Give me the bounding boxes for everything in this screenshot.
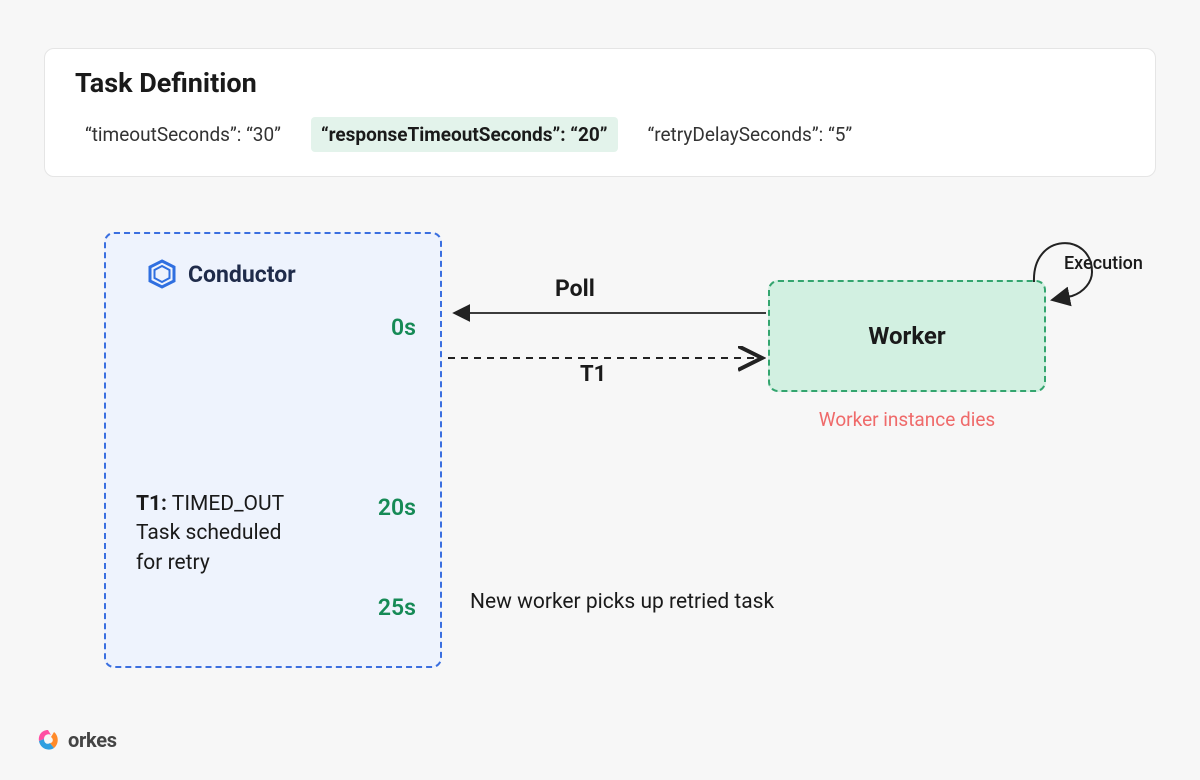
task-definition-card: Task Definition “timeoutSeconds”: “30” “… xyxy=(44,48,1156,177)
task-status-line3: for retry xyxy=(136,549,284,578)
task-definition-params: “timeoutSeconds”: “30” “responseTimeoutS… xyxy=(75,117,1125,152)
orkes-logo-icon xyxy=(36,728,60,752)
time-25s: 25s xyxy=(378,594,416,621)
conductor-logo-icon xyxy=(146,258,178,290)
worker-box: Worker xyxy=(768,280,1046,392)
param-timeout: “timeoutSeconds”: “30” xyxy=(75,117,291,152)
param-retry-delay: “retryDelaySeconds”: “5” xyxy=(638,117,863,152)
task-status-line2: Task scheduled xyxy=(136,519,284,548)
conductor-header: Conductor xyxy=(146,258,420,290)
time-20s: 20s xyxy=(378,494,416,521)
task-definition-title: Task Definition xyxy=(75,67,1125,99)
task-state: TIMED_OUT xyxy=(167,492,284,516)
execution-label: Execution xyxy=(1064,253,1143,274)
poll-label: Poll xyxy=(555,275,595,302)
t1-label: T1 xyxy=(580,362,606,387)
task-id: T1: xyxy=(136,492,167,516)
conductor-name: Conductor xyxy=(188,261,296,288)
time-0s: 0s xyxy=(391,314,416,341)
orkes-logo: orkes xyxy=(36,728,117,752)
worker-label: Worker xyxy=(868,322,945,350)
conductor-box: Conductor 0s 20s 25s T1: TIMED_OUT Task … xyxy=(104,232,442,668)
orkes-brand-text: orkes xyxy=(68,728,117,752)
param-response-timeout: “responseTimeoutSeconds”: “20” xyxy=(311,117,618,152)
task-status-block: T1: TIMED_OUT Task scheduled for retry xyxy=(136,490,284,578)
worker-dies-text: Worker instance dies xyxy=(768,408,1046,431)
new-worker-text: New worker picks up retried task xyxy=(470,590,774,614)
